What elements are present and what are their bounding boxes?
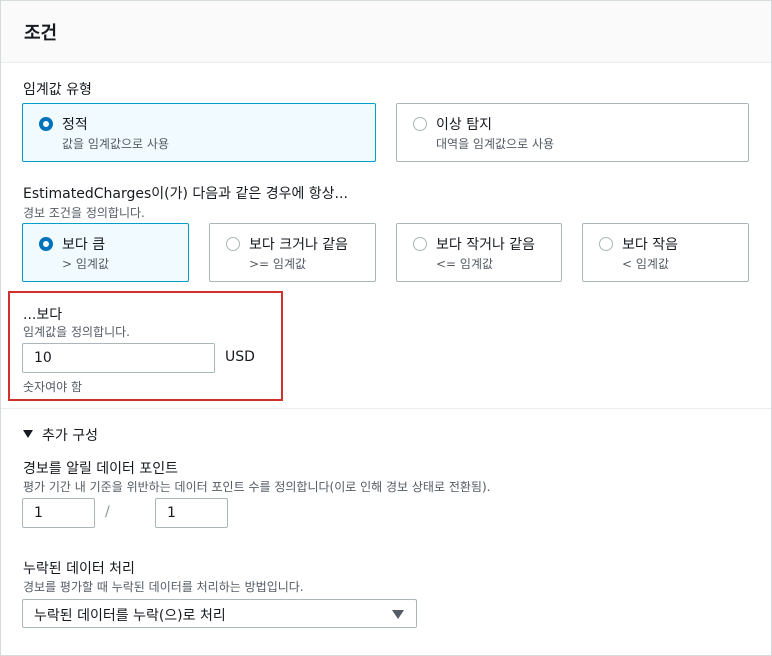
condition-desc: 경보 조건을 정의합니다. (23, 206, 145, 220)
datapoints-label: 경보를 알릴 데이터 포인트 (23, 461, 179, 477)
tile-greater-equal[interactable]: 보다 크거나 같음 >= 임계값 (209, 223, 376, 282)
tile-static-title: 정적 (62, 117, 88, 133)
missing-data-select[interactable]: 누락된 데이터를 누락(으)로 처리 (22, 599, 417, 628)
tile-less-title: 보다 작음 (622, 237, 678, 253)
radio-greater-equal[interactable] (226, 237, 240, 251)
condition-label: EstimatedCharges이(가) 다음과 같은 경우에 항상... (23, 186, 348, 202)
tile-less-equal[interactable]: 보다 작거나 같음 <= 임계값 (396, 223, 562, 282)
tile-less[interactable]: 보다 작음 < 임계값 (582, 223, 749, 282)
panel-header: 조건 (1, 1, 771, 63)
tile-greater-desc: > 임계값 (62, 257, 109, 271)
radio-greater[interactable] (39, 237, 53, 251)
tile-less-equal-title: 보다 작거나 같음 (436, 237, 536, 253)
tile-less-equal-desc: <= 임계값 (436, 257, 494, 271)
threshold-type-label: 임계값 유형 (23, 82, 92, 98)
dropdown-caret-icon (392, 610, 404, 619)
threshold-desc: 임계값을 정의합니다. (23, 325, 130, 339)
datapoints-input-a[interactable] (22, 498, 95, 528)
additional-config-label: 추가 구성 (42, 428, 98, 444)
datapoints-desc: 평가 기간 내 기준을 위반하는 데이터 포인트 수를 정의합니다(이로 인해 … (23, 480, 491, 494)
datapoints-separator: / (105, 504, 110, 520)
tile-anomaly[interactable]: 이상 탐지 대역을 임계값으로 사용 (396, 103, 749, 162)
threshold-hint: 숫자여야 함 (23, 380, 83, 394)
threshold-unit: USD (225, 349, 255, 365)
threshold-label: ...보다 (23, 307, 63, 323)
conditions-panel: 조건 임계값 유형 정적 값을 임계값으로 사용 이상 탐지 대역을 임계값으로… (0, 0, 772, 656)
radio-anomaly[interactable] (413, 117, 427, 131)
caret-down-icon (23, 430, 33, 438)
tile-greater-equal-title: 보다 크거나 같음 (249, 237, 349, 253)
tile-greater[interactable]: 보다 큼 > 임계값 (22, 223, 189, 282)
threshold-input[interactable] (22, 343, 215, 373)
tile-greater-title: 보다 큼 (62, 237, 106, 253)
radio-less[interactable] (599, 237, 613, 251)
tile-less-desc: < 임계값 (622, 257, 669, 271)
tile-anomaly-title: 이상 탐지 (436, 117, 492, 133)
radio-less-equal[interactable] (413, 237, 427, 251)
tile-static-desc: 값을 임계값으로 사용 (62, 137, 169, 151)
tile-anomaly-desc: 대역을 임계값으로 사용 (436, 137, 555, 151)
section-divider (1, 408, 771, 409)
tile-greater-equal-desc: >= 임계값 (249, 257, 307, 271)
missing-data-selected: 누락된 데이터를 누락(으)로 처리 (34, 608, 226, 624)
tile-static[interactable]: 정적 값을 임계값으로 사용 (22, 103, 376, 162)
radio-static[interactable] (39, 117, 53, 131)
panel-title: 조건 (24, 23, 58, 44)
datapoints-input-b[interactable] (155, 498, 228, 528)
missing-data-label: 누락된 데이터 처리 (23, 561, 135, 577)
missing-data-desc: 경보를 평가할 때 누락된 데이터를 처리하는 방법입니다. (23, 580, 304, 594)
